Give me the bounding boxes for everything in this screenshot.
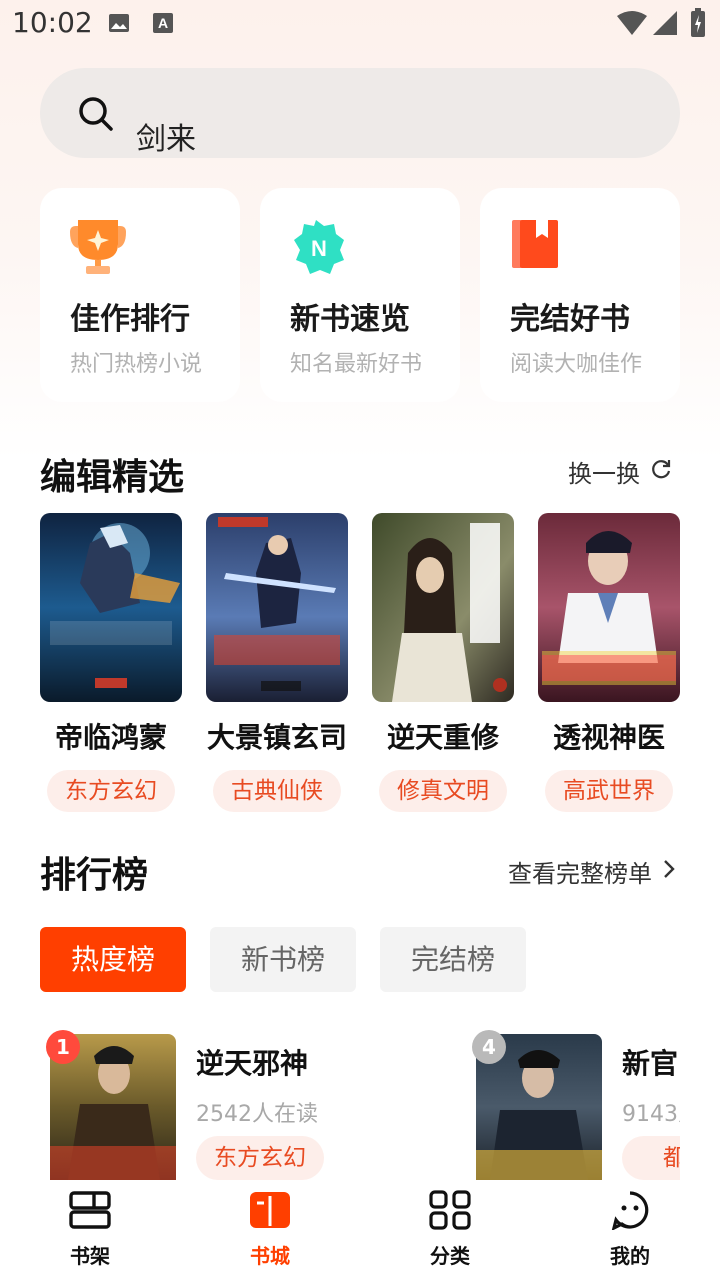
nav-bookshelf[interactable]: 书架 (30, 1190, 150, 1269)
book-genre-tag[interactable]: 东方玄幻 (47, 770, 175, 812)
svg-text:N: N (311, 236, 327, 261)
nav-categories[interactable]: 分类 (390, 1190, 510, 1269)
ranking-readers-count: 2542人在读 (196, 1102, 318, 1127)
profile-face-icon (608, 1191, 652, 1234)
bookstore-icon (248, 1192, 292, 1234)
bookshelf-icon (68, 1191, 112, 1234)
book-genre-tag[interactable]: 古典仙侠 (213, 770, 341, 812)
ranking-genre-tag[interactable]: 东方玄幻 (196, 1136, 324, 1180)
book-title: 透视神医 (552, 721, 665, 754)
nav-label: 书城 (250, 1244, 290, 1268)
card-completed-books[interactable]: 完结好书 阅读大咖佳作 (480, 188, 680, 402)
grid-icon (428, 1190, 472, 1234)
ranking-readers-count: 9143人 (622, 1102, 680, 1127)
nav-bookstore[interactable]: 书城 (210, 1190, 330, 1269)
tab-new-book-ranking[interactable]: 新书榜 (210, 927, 356, 992)
book-card[interactable]: 大景镇玄司 古典仙侠 (206, 513, 348, 812)
ranking-title: 排行榜 (40, 855, 149, 896)
keyboard-notification-icon: A (152, 12, 174, 38)
card-new-books[interactable]: N 新书速览 知名最新好书 (260, 188, 460, 402)
search-icon (78, 96, 114, 136)
card-subtitle: 知名最新好书 (290, 352, 423, 377)
book-genre-tag[interactable]: 高武世界 (545, 770, 673, 812)
battery-icon (690, 8, 706, 42)
ranking-book-title: 逆天邪神 (196, 1047, 309, 1080)
cell-signal-icon (652, 10, 678, 40)
rank-badge: 1 (46, 1030, 80, 1064)
refresh-button[interactable]: 换一换 (568, 454, 672, 489)
refresh-label: 换一换 (568, 460, 640, 488)
card-title: 佳作排行 (70, 302, 190, 337)
rank-badge: 4 (472, 1030, 506, 1064)
book-genre-tag[interactable]: 修真文明 (379, 770, 507, 812)
book-card[interactable]: 透视神医 高武世界 (538, 513, 680, 812)
tab-completed-ranking[interactable]: 完结榜 (380, 927, 526, 992)
trophy-icon (66, 218, 130, 276)
wifi-icon (616, 10, 648, 40)
book-title: 大景镇玄司 (206, 721, 347, 754)
book-cover[interactable] (206, 513, 348, 702)
chevron-right-icon (662, 858, 676, 886)
book-title: 帝临鸿蒙 (54, 721, 167, 754)
nav-label: 我的 (610, 1244, 650, 1268)
status-time: 10:02 (12, 6, 93, 39)
status-bar: 10:02 A (0, 0, 720, 50)
book-cover[interactable] (538, 513, 680, 702)
new-badge-icon: N (286, 218, 350, 276)
ranking-list: 1 逆天邪神 2542人在读 东方玄幻 4 新官 9143人 都市 (0, 1000, 680, 1180)
card-subtitle: 阅读大咖佳作 (510, 352, 643, 377)
card-subtitle: 热门热榜小说 (70, 352, 203, 377)
bottom-navigation: 书架 书城 分类 我的 (0, 1180, 720, 1280)
book-card[interactable]: 帝临鸿蒙 东方玄幻 (40, 513, 182, 812)
book-title: 逆天重修 (386, 721, 499, 754)
tab-hot-ranking[interactable]: 热度榜 (40, 927, 186, 992)
refresh-icon (650, 458, 672, 486)
card-title: 完结好书 (510, 302, 630, 337)
book-cover[interactable] (372, 513, 514, 702)
svg-text:A: A (158, 15, 168, 31)
ranking-genre-tag[interactable]: 都市 (622, 1136, 680, 1180)
card-title: 新书速览 (290, 302, 410, 337)
book-cover[interactable] (40, 513, 182, 702)
nav-profile[interactable]: 我的 (570, 1190, 690, 1269)
editor-picks-title: 编辑精选 (40, 457, 185, 498)
card-top-rated[interactable]: 佳作排行 热门热榜小说 (40, 188, 240, 402)
search-bar[interactable]: 剑来 (40, 68, 680, 158)
image-notification-icon (108, 12, 130, 38)
view-full-ranking-link[interactable]: 查看完整榜单 (508, 854, 676, 889)
book-card[interactable]: 逆天重修 修真文明 (372, 513, 514, 812)
nav-label: 书架 (70, 1244, 110, 1268)
ranking-book-title: 新官 (622, 1047, 679, 1080)
search-query[interactable]: 剑来 (136, 114, 196, 158)
nav-label: 分类 (430, 1244, 470, 1268)
view-full-ranking-label: 查看完整榜单 (508, 860, 652, 888)
book-bookmark-icon (506, 218, 570, 276)
